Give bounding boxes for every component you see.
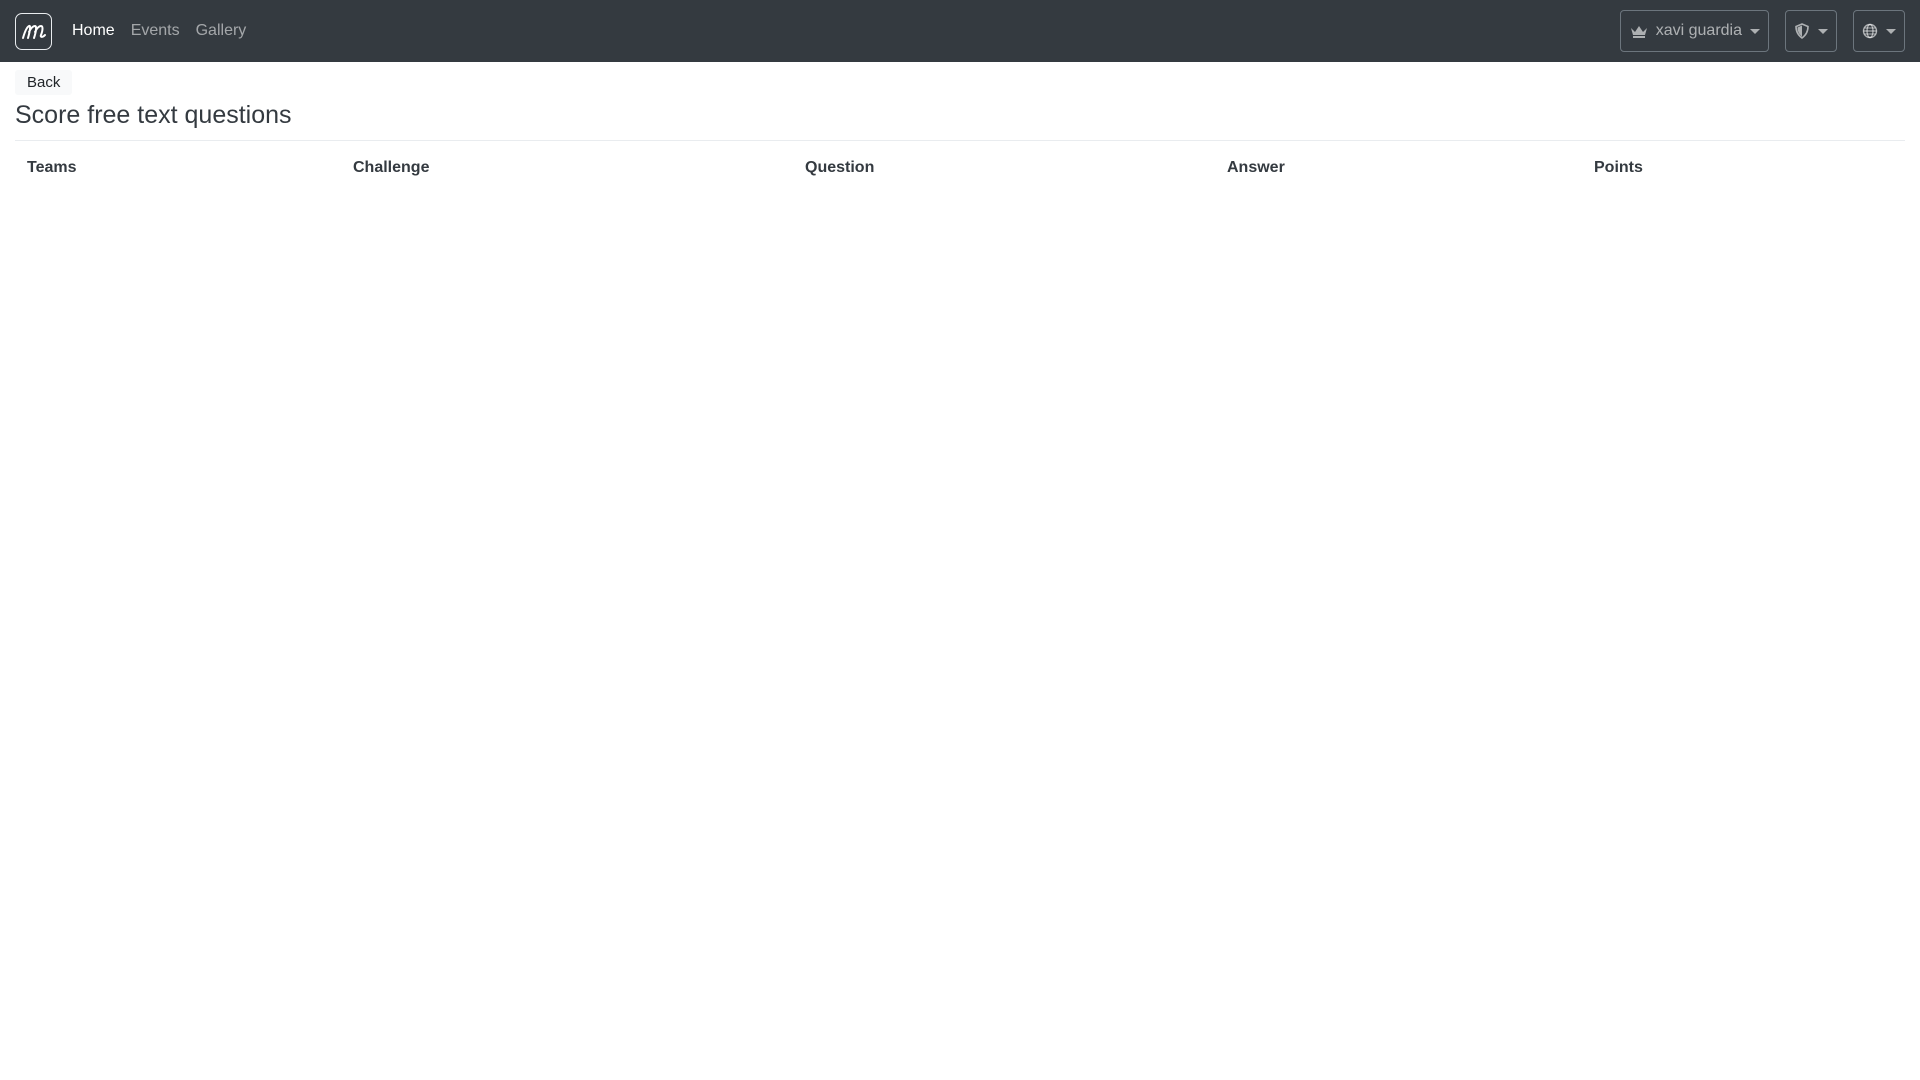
crown-icon <box>1630 26 1647 38</box>
free-text-scores-table: Teams Challenge Question Answer Points <box>15 147 1905 189</box>
nav-link-home[interactable]: Home <box>72 22 115 40</box>
column-header-answer: Answer <box>1227 159 1285 176</box>
user-menu-button[interactable]: xavi guardia <box>1619 10 1769 52</box>
user-menu-label: xavi guardia <box>1655 22 1742 39</box>
page-title: Score free text questions <box>15 101 1905 141</box>
table-header-row: Teams Challenge Question Answer Points <box>15 147 1905 189</box>
nav-right-menus: xavi guardia <box>1604 10 1905 52</box>
chevron-down-icon <box>1886 28 1896 34</box>
column-header-question: Question <box>805 159 875 176</box>
admin-menu-button[interactable] <box>1785 10 1837 52</box>
chevron-down-icon <box>1750 28 1760 34</box>
top-navbar: Home Events Gallery xavi guardia <box>0 0 1920 62</box>
globe-icon <box>1862 23 1878 39</box>
nav-link-gallery[interactable]: Gallery <box>196 22 247 40</box>
main-content: Back Score free text questions Teams Cha… <box>15 62 1905 189</box>
nav-link-events[interactable]: Events <box>131 22 180 40</box>
language-menu-button[interactable] <box>1853 10 1905 52</box>
brand-logo[interactable] <box>15 12 52 50</box>
column-header-points: Points <box>1594 159 1643 176</box>
chevron-down-icon <box>1818 28 1828 34</box>
nav-links: Home Events Gallery <box>72 22 262 40</box>
shield-icon <box>1795 23 1809 39</box>
column-header-challenge: Challenge <box>353 159 430 176</box>
column-header-teams: Teams <box>27 159 77 176</box>
back-button[interactable]: Back <box>15 70 73 95</box>
script-m-logo-icon <box>21 24 46 39</box>
